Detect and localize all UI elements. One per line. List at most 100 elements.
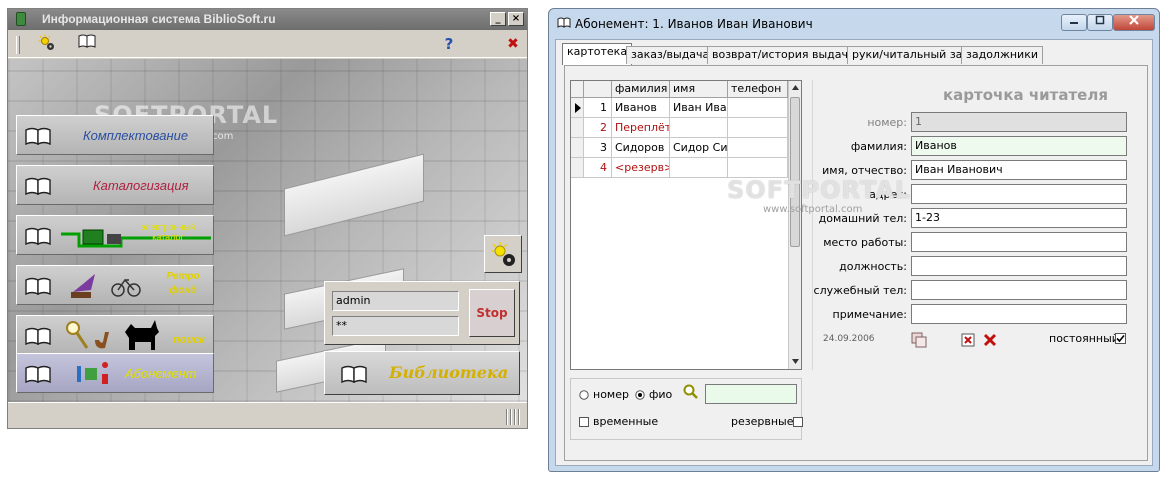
table-cell-name[interactable]: Сидор Сид — [670, 138, 728, 158]
reader-window: Абонемент: 1. Иванов Иван Иванович карто… — [548, 8, 1160, 472]
main-window: Информационная система BiblioSoft.ru _ ×… — [7, 8, 528, 429]
workplace-field[interactable] — [911, 232, 1127, 252]
main-titlebar[interactable]: Информационная система BiblioSoft.ru _ × — [8, 9, 527, 30]
library-label: Библиотека — [389, 363, 509, 382]
readers-grid[interactable]: фамилия имя телефон 1 Иванов Иван Иван 2… — [570, 80, 802, 370]
table-cell-phone[interactable] — [728, 118, 788, 138]
table-cell-name[interactable] — [670, 158, 728, 178]
tab-return-history[interactable]: возврат/история выдачи — [707, 46, 861, 64]
column-header-surname[interactable]: фамилия — [612, 81, 670, 98]
permanent-label: постоянный — [1049, 332, 1119, 345]
card-date: 24.09.2006 — [823, 334, 875, 344]
tab-debtors[interactable]: задолжники — [961, 46, 1043, 64]
close-x-icon[interactable] — [983, 333, 997, 350]
menu-retro-button[interactable]: Ретро фонд — [16, 265, 214, 305]
close-button[interactable] — [1113, 14, 1155, 31]
reader-card-icon — [75, 362, 115, 389]
table-cell-phone[interactable] — [728, 138, 788, 158]
address-field[interactable] — [911, 184, 1127, 204]
reader-card: карточка читателя номер: 1 фамилия: Иван… — [727, 80, 1140, 370]
table-cell-number[interactable]: 3 — [584, 138, 612, 158]
table-cell-number[interactable]: 2 — [584, 118, 612, 138]
scroll-down-icon[interactable] — [792, 359, 799, 364]
resize-grip[interactable] — [506, 409, 522, 425]
tab-hands-reading-room[interactable]: руки/читальный зал — [847, 46, 975, 64]
reader-titlebar[interactable]: Абонемент: 1. Иванов Иван Иванович — [549, 9, 1159, 37]
table-cell-name[interactable] — [670, 118, 728, 138]
login-panel: admin ** Stop — [324, 281, 520, 345]
radio-fio[interactable] — [635, 390, 645, 403]
table-cell-number[interactable]: 4 — [584, 158, 612, 178]
surname-field[interactable]: Иванов — [911, 136, 1127, 156]
reserved-label: резервные — [731, 415, 794, 428]
settings-button[interactable] — [484, 235, 522, 273]
first-middle-name-field[interactable]: Иван Иванович — [911, 160, 1127, 180]
table-cell-name[interactable]: Иван Иван — [670, 98, 728, 118]
column-header-phone[interactable]: телефон — [728, 81, 788, 98]
book-icon — [25, 227, 51, 249]
minimize-button[interactable] — [1061, 14, 1087, 31]
reserved-checkbox[interactable] — [793, 417, 803, 427]
tab-order-issue[interactable]: заказ/выдача — [626, 46, 715, 64]
copy-icon[interactable] — [911, 332, 927, 351]
delete-box-icon[interactable] — [961, 333, 975, 350]
catalog-drawer-image — [284, 153, 424, 237]
grid-scrollbar[interactable] — [788, 81, 801, 369]
temporary-label: временные — [593, 415, 659, 428]
reader-card-heading: карточка читателя — [943, 86, 1108, 104]
menu-cataloging-button[interactable]: Каталогизация — [16, 165, 214, 205]
watermark-url: www.softportal.com — [763, 204, 863, 215]
table-cell-surname[interactable]: Иванов — [612, 98, 670, 118]
gear-sun-icon[interactable] — [36, 34, 58, 54]
book-icon — [25, 127, 51, 149]
scroll-thumb[interactable] — [790, 97, 800, 247]
row-indicator — [571, 118, 584, 138]
menu-search-button[interactable]: поиск — [16, 315, 214, 355]
radio-number[interactable] — [579, 390, 589, 403]
scroll-up-icon[interactable] — [792, 85, 799, 90]
gear-sun-icon — [491, 242, 515, 266]
temporary-checkbox[interactable] — [579, 417, 589, 427]
question-icon[interactable]: ? — [438, 34, 460, 54]
table-cell-surname[interactable]: Сидоров — [612, 138, 670, 158]
field-label-position: должность: — [839, 260, 907, 273]
field-label-note: примечание: — [832, 308, 907, 321]
book-icon[interactable] — [76, 34, 98, 54]
close-x-icon[interactable]: ✖ — [502, 34, 524, 54]
menu-ecatalog-button[interactable]: электронный каталог — [16, 215, 214, 255]
table-cell-number[interactable]: 1 — [584, 98, 612, 118]
close-button[interactable]: × — [508, 12, 524, 26]
position-field[interactable] — [911, 256, 1127, 276]
book-icon — [25, 277, 51, 299]
toolbar-grip[interactable] — [16, 36, 20, 54]
main-toolbar: ? ✖ — [8, 30, 527, 58]
table-cell-phone[interactable] — [728, 158, 788, 178]
permanent-checkbox[interactable] — [1115, 333, 1126, 344]
table-cell-phone[interactable] — [728, 98, 788, 118]
minimize-icon — [1070, 22, 1078, 24]
stop-button[interactable]: Stop — [469, 289, 515, 337]
reader-window-title: Абонемент: 1. Иванов Иван Иванович — [575, 17, 813, 31]
tab-card-index[interactable]: картотека — [562, 43, 633, 65]
work-phone-field[interactable] — [911, 280, 1127, 300]
grid-indicator-header — [571, 81, 584, 98]
menu-subscription-button[interactable]: Абонемент — [16, 353, 214, 393]
library-button[interactable]: Библиотека — [324, 351, 520, 395]
table-cell-surname[interactable]: <резерв> — [612, 158, 670, 178]
home-phone-field[interactable]: 1-23 — [911, 208, 1127, 228]
minimize-button[interactable]: _ — [490, 12, 506, 26]
table-cell-surname[interactable]: Переплёт — [612, 118, 670, 138]
note-field[interactable] — [911, 304, 1127, 324]
username-field[interactable]: admin — [332, 291, 459, 311]
password-field[interactable]: ** — [332, 316, 459, 336]
maximize-button[interactable] — [1087, 14, 1113, 31]
row-indicator — [571, 138, 584, 158]
search-panel: номер фио временные резервные — [570, 378, 803, 440]
menu-acquisition-button[interactable]: Комплектование — [16, 115, 214, 155]
search-input[interactable] — [705, 384, 797, 404]
field-label-workplace: место работы: — [823, 236, 907, 249]
search-icon[interactable] — [683, 384, 699, 403]
menu-ecatalog-label: электронный каталог — [140, 222, 196, 242]
row-indicator — [571, 158, 584, 178]
column-header-name[interactable]: имя — [670, 81, 728, 98]
